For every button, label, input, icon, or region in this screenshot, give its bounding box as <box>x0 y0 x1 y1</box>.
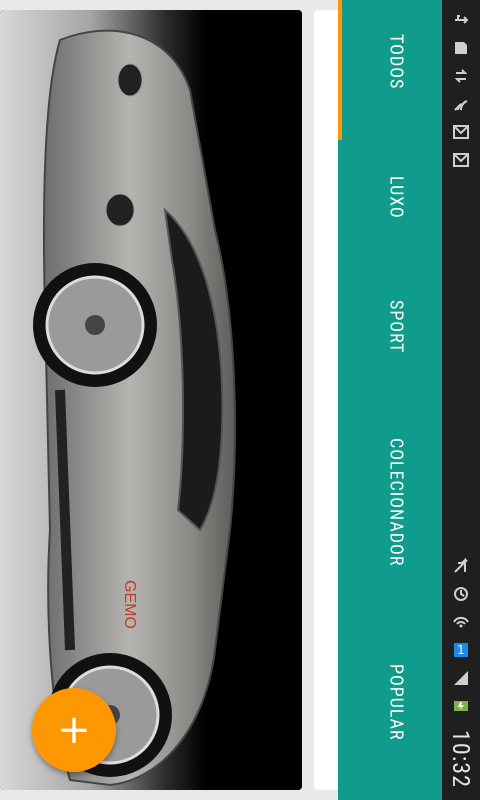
status-bar: 1 10:32 <box>442 0 480 800</box>
add-fab-button[interactable]: + <box>32 688 116 772</box>
sim-number: 1 <box>457 643 465 657</box>
alarm-icon <box>451 584 471 604</box>
brand-text: GEMO <box>121 580 138 629</box>
next-card-edge[interactable] <box>314 10 338 790</box>
gmail-icon <box>451 150 471 170</box>
car-image: GEMO <box>0 10 302 790</box>
tab-label: LUXO <box>385 176 407 219</box>
category-tabbar: TODOS LUXO SPORT COLECIONADOR POPULAR <box>338 0 442 800</box>
car-card[interactable]: GEMO <box>0 10 302 790</box>
tab-todos[interactable]: TODOS <box>338 34 442 89</box>
status-system: 1 10:32 <box>442 556 480 788</box>
tab-popular[interactable]: POPULAR <box>338 664 442 741</box>
content-area: GEMO + <box>0 0 338 800</box>
gmail-icon <box>451 122 471 142</box>
sd-card-icon <box>451 38 471 58</box>
tab-colecionador[interactable]: COLECIONADOR <box>338 438 442 566</box>
usb-icon <box>451 10 471 30</box>
mute-icon <box>451 556 471 576</box>
tab-luxo[interactable]: LUXO <box>338 176 442 219</box>
signal-broadcast-icon <box>451 94 471 114</box>
status-notifications <box>442 10 480 170</box>
wifi-icon <box>451 612 471 632</box>
tab-sport[interactable]: SPORT <box>338 300 442 353</box>
tab-label: COLECIONADOR <box>385 438 407 567</box>
clock-time: 10:32 <box>447 730 475 788</box>
cell-signal-icon <box>451 668 471 688</box>
tab-label: SPORT <box>385 300 407 354</box>
sync-icon <box>451 66 471 86</box>
wheel-front <box>33 263 157 387</box>
sim-icon: 1 <box>451 640 471 660</box>
tab-label: POPULAR <box>385 664 407 741</box>
add-icon: + <box>57 707 91 753</box>
battery-charging-icon <box>451 696 471 716</box>
tab-label: TODOS <box>385 34 407 90</box>
